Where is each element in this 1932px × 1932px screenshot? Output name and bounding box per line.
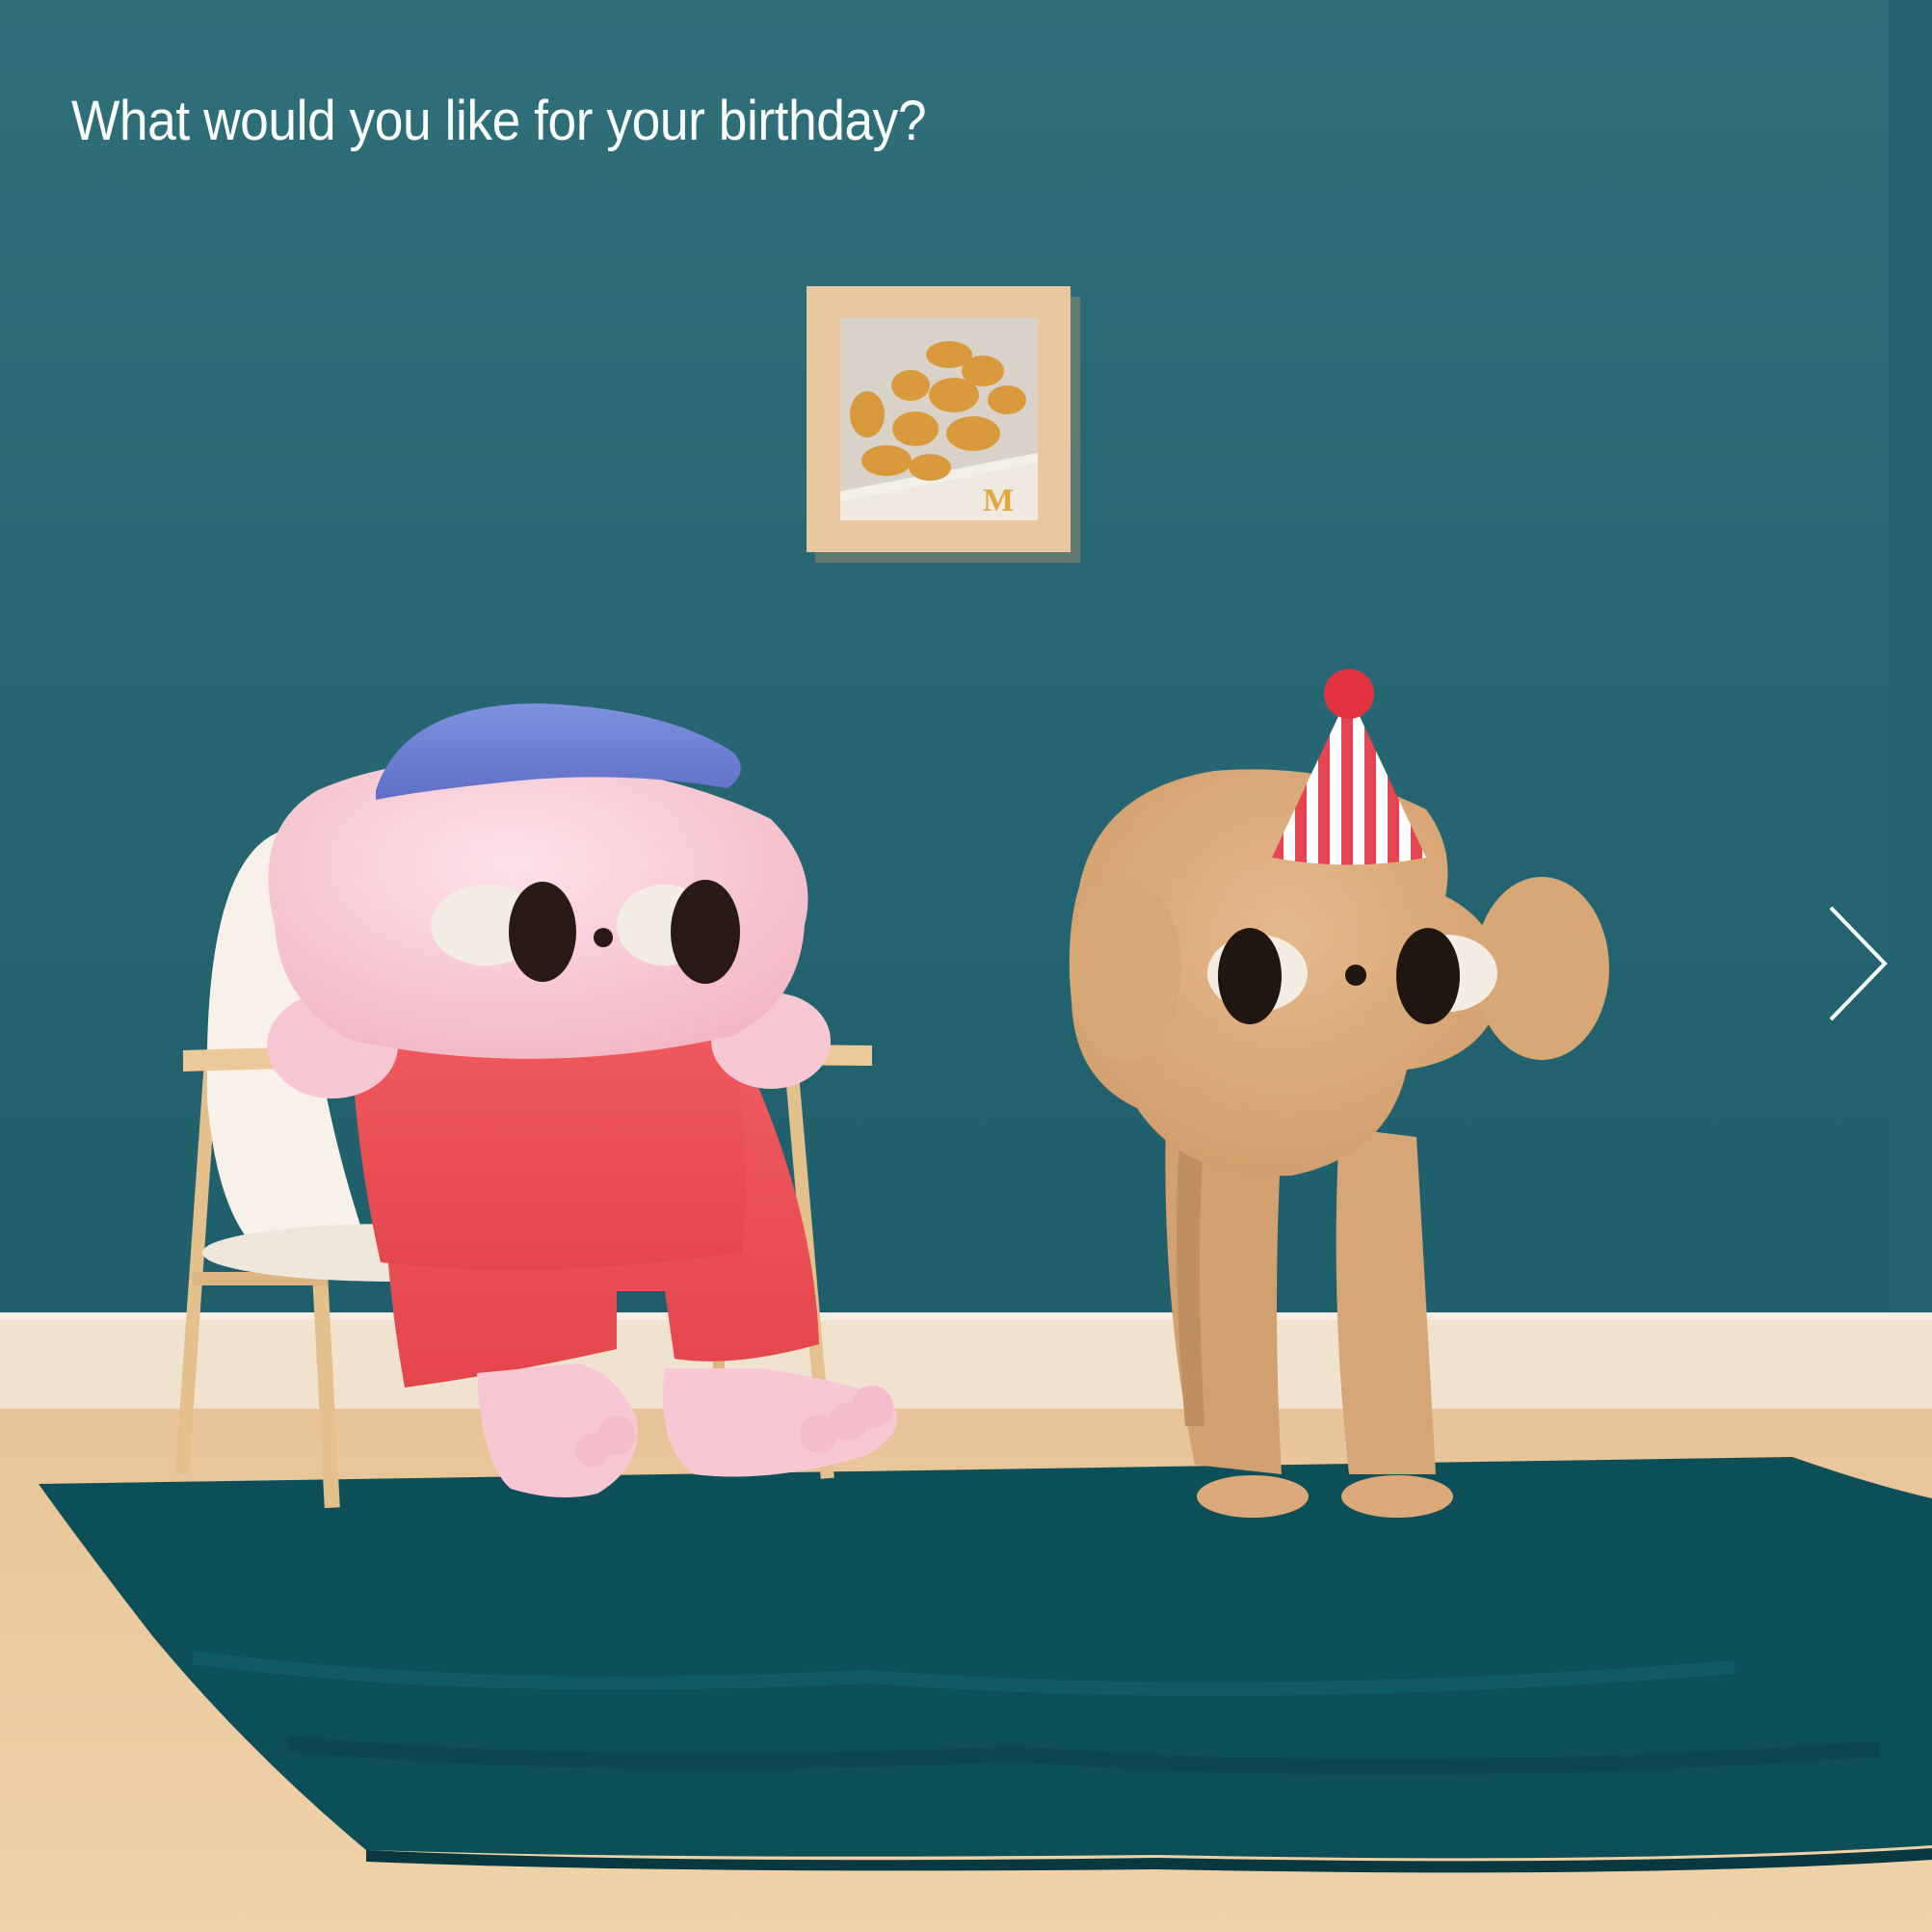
next-slide-button[interactable] [1819,896,1896,1031]
story-caption: What would you like for your birthday? [71,90,927,152]
framed-picture: M [807,286,1080,563]
logo-mark: M [983,483,1014,518]
chevron-right-icon [1829,906,1888,1021]
story-slide: M What would you like for your birthday? [0,0,1932,1932]
wall-corner [1889,0,1932,1315]
rug [39,1457,1932,1859]
baseboard [0,1312,1932,1411]
illustration-scene: M [0,0,1932,1932]
